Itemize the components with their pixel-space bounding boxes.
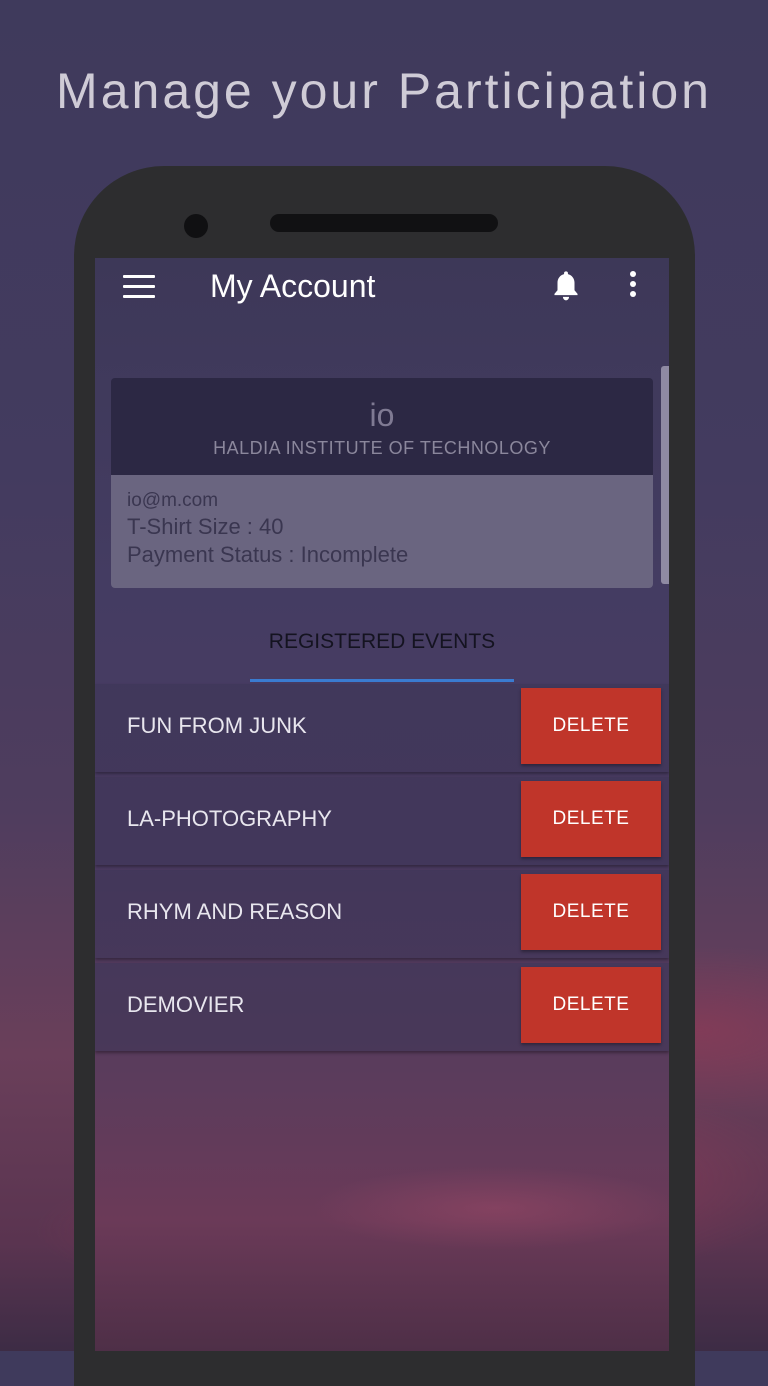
event-row: FUN FROM JUNK DELETE	[95, 684, 669, 772]
event-row: DEMOVIER DELETE	[95, 963, 669, 1051]
page-title: My Account	[210, 268, 376, 304]
event-list: FUN FROM JUNK DELETE LA-PHOTOGRAPHY DELE…	[95, 684, 669, 1056]
user-email: io@m.com	[127, 490, 219, 511]
scrollbar[interactable]	[661, 366, 669, 584]
delete-button[interactable]: DELETE	[521, 688, 661, 764]
tab-registered-events[interactable]: REGISTERED EVENTS	[250, 618, 514, 682]
camera-icon	[184, 214, 208, 238]
event-name: FUN FROM JUNK	[127, 713, 307, 738]
promo-headline: Manage your Participation	[56, 63, 712, 119]
event-row: LA-PHOTOGRAPHY DELETE	[95, 777, 669, 865]
more-vert-icon[interactable]	[625, 271, 641, 301]
app-bar: My Account	[95, 258, 669, 314]
profile-card: io HALDIA INSTITUTE OF TECHNOLOGY io@m.c…	[111, 378, 653, 588]
event-name: LA-PHOTOGRAPHY	[127, 806, 332, 831]
payment-status: Payment Status : Incomplete	[127, 542, 409, 567]
delete-button[interactable]: DELETE	[521, 781, 661, 857]
menu-icon[interactable]	[123, 275, 155, 298]
tab-indicator	[250, 679, 514, 682]
profile-card-details: io@m.com T-Shirt Size : 40 Payment Statu…	[111, 475, 653, 588]
event-name: DEMOVIER	[127, 992, 245, 1017]
bell-icon[interactable]	[551, 269, 581, 303]
app-screen: My Account io HALDIA INSTITUTE OF TECHNO…	[95, 258, 669, 1351]
delete-button[interactable]: DELETE	[521, 967, 661, 1043]
tab-label: REGISTERED EVENTS	[268, 630, 496, 653]
speaker-grille	[270, 214, 498, 232]
user-name: io	[369, 397, 395, 433]
event-row: RHYM AND REASON DELETE	[95, 870, 669, 958]
institute-name: HALDIA INSTITUTE OF TECHNOLOGY	[213, 438, 551, 458]
tshirt-size: T-Shirt Size : 40	[127, 514, 284, 539]
profile-card-header: io HALDIA INSTITUTE OF TECHNOLOGY	[111, 378, 653, 475]
event-name: RHYM AND REASON	[127, 899, 343, 924]
delete-button[interactable]: DELETE	[521, 874, 661, 950]
